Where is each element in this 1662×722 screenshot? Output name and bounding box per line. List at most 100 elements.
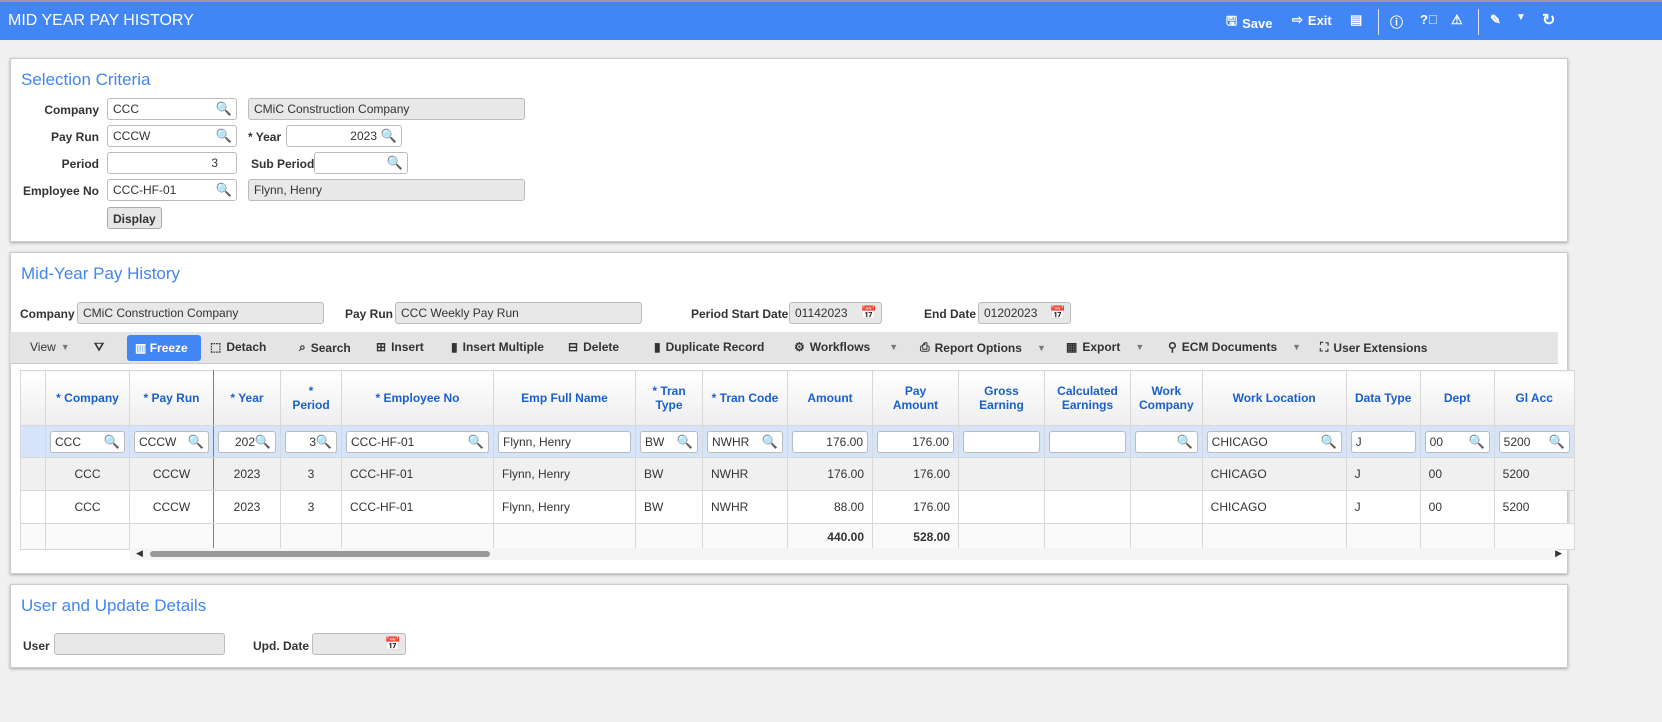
save-button[interactable]: 🖫 Save <box>1226 12 1272 34</box>
chevron-down-icon[interactable]: ▼ <box>1516 12 1526 23</box>
column-header[interactable]: * Tran Code <box>702 370 788 426</box>
search-icon[interactable]: 🔍 <box>762 434 778 450</box>
column-header[interactable]: * Pay Run <box>129 370 214 426</box>
employee-input[interactable]: CCC-HF-01 🔍 <box>107 179 237 201</box>
search-icon[interactable]: 🔍 <box>1468 434 1484 450</box>
row-selector[interactable] <box>20 457 46 491</box>
help-icon[interactable]: ?⃝ <box>1420 12 1438 27</box>
cell-input[interactable]: CCCW 🔍 <box>134 430 209 453</box>
column-header[interactable]: Emp Full Name <box>493 370 636 426</box>
cell[interactable] <box>1044 490 1131 524</box>
refresh-icon[interactable]: ↻ <box>1542 10 1555 30</box>
cell[interactable]: CCC <box>45 457 130 491</box>
cell[interactable]: 5200 <box>1493 490 1575 524</box>
column-header[interactable]: * Tran Type <box>635 370 703 426</box>
column-header[interactable]: * Period <box>280 370 342 426</box>
display-button[interactable]: Display <box>107 207 162 229</box>
cell-input[interactable]: 3 🔍 <box>285 430 337 453</box>
cell[interactable]: Flynn, Henry <box>493 490 636 524</box>
period-input[interactable]: 3 <box>107 152 237 174</box>
search-icon[interactable]: 🔍 <box>387 155 403 171</box>
search-icon[interactable]: 🔍 <box>677 434 693 450</box>
cell-input[interactable]: BW 🔍 <box>640 430 698 453</box>
cell[interactable]: BW <box>635 490 703 524</box>
search-icon[interactable]: 🔍 <box>381 128 397 144</box>
search-button[interactable]: ⌕ Search <box>299 340 351 355</box>
cell-input[interactable]: NWHR 🔍 <box>707 430 783 453</box>
cell[interactable]: CHICAGO <box>1201 457 1347 491</box>
calendar-icon[interactable]: 📅 <box>861 305 877 321</box>
column-header[interactable]: Data Type <box>1345 370 1421 426</box>
cell[interactable]: 2023 <box>213 457 281 491</box>
cell[interactable]: 3 <box>280 490 342 524</box>
cell-input[interactable]: CHICAGO 🔍 <box>1206 430 1342 453</box>
cell-input[interactable] <box>963 430 1040 453</box>
cell[interactable]: J <box>1345 490 1421 524</box>
insert-multiple-button[interactable]: ▮ Insert Multiple <box>451 340 544 354</box>
scroll-left-icon[interactable]: ◀ <box>136 548 143 559</box>
cell-input[interactable]: CCC 🔍 <box>50 430 125 453</box>
cell[interactable]: CCC <box>45 490 130 524</box>
cell[interactable] <box>1044 457 1131 491</box>
cell[interactable]: 176.00 <box>872 490 959 524</box>
search-icon[interactable]: 🔍 <box>188 434 204 450</box>
cell[interactable]: Flynn, Henry <box>493 457 636 491</box>
warning-icon[interactable]: ⚠ <box>1451 12 1463 28</box>
table-row[interactable]: CCC CCCW 2023 3 CCC-HF-01 Flynn, Henry BW NWHR 1… <box>20 457 1575 491</box>
column-header[interactable]: * Employee No <box>341 370 494 426</box>
cell[interactable]: CCC-HF-01 <box>341 490 494 524</box>
cell-input[interactable]: 5200 🔍 <box>1498 430 1570 453</box>
column-header[interactable]: * Year <box>213 370 281 426</box>
search-icon[interactable]: 🔍 <box>104 434 120 450</box>
cell-input[interactable]: 176.00 <box>792 430 868 453</box>
cell[interactable] <box>1130 457 1203 491</box>
cell-input[interactable]: 176.00 <box>877 430 954 453</box>
row-selector[interactable] <box>20 490 46 524</box>
cell[interactable]: 176.00 <box>872 457 959 491</box>
search-icon[interactable]: 🔍 <box>216 182 232 198</box>
ecm-documents-menu[interactable]: ⚲ ECM Documents ▼ <box>1168 340 1301 354</box>
view-menu[interactable]: View ▼ <box>30 340 70 354</box>
column-header[interactable]: Calculated Earnings <box>1044 370 1131 426</box>
duplicate-record-button[interactable]: ▮ Duplicate Record <box>654 340 764 354</box>
print-icon[interactable]: ▤ <box>1350 12 1362 28</box>
cell[interactable]: CCCW <box>129 457 214 491</box>
column-header[interactable]: Work Location <box>1201 370 1347 426</box>
cell[interactable]: 5200 <box>1493 457 1575 491</box>
cell[interactable]: 3 <box>280 457 342 491</box>
year-input[interactable]: 2023 🔍 <box>286 125 402 147</box>
cell[interactable]: NWHR <box>702 490 788 524</box>
table-row[interactable]: CCC CCCW 2023 3 CCC-HF-01 Flynn, Henry BW NWHR 8… <box>20 490 1575 524</box>
column-header[interactable]: Pay Amount <box>872 370 959 426</box>
scrollbar-thumb[interactable] <box>150 551 490 557</box>
insert-button[interactable]: ⊞ Insert <box>376 340 424 354</box>
column-header[interactable]: Amount <box>787 370 873 426</box>
cell[interactable]: CHICAGO <box>1201 490 1347 524</box>
sub-period-input[interactable]: 🔍 <box>314 152 408 174</box>
delete-button[interactable]: ⊟ Delete <box>568 340 619 354</box>
cell[interactable]: 176.00 <box>787 457 873 491</box>
cell-input[interactable]: 🔍 <box>1135 430 1198 453</box>
cell[interactable]: NWHR <box>702 457 788 491</box>
search-icon[interactable]: 🔍 <box>1320 434 1336 450</box>
user-extensions-button[interactable]: ⛶ User Extensions <box>1320 340 1427 355</box>
horizontal-scrollbar[interactable]: ◀ ▶ <box>130 548 1562 560</box>
scroll-right-icon[interactable]: ▶ <box>1555 548 1562 559</box>
cell[interactable]: 2023 <box>213 490 281 524</box>
edit-icon[interactable]: ✎ <box>1490 12 1501 28</box>
column-header[interactable]: Gl Acc <box>1493 370 1575 426</box>
info-icon[interactable]: ⓘ <box>1390 12 1403 31</box>
search-icon[interactable]: 🔍 <box>468 434 484 450</box>
cell-input[interactable]: 00 🔍 <box>1424 430 1490 453</box>
search-icon[interactable]: 🔍 <box>216 128 232 144</box>
detach-button[interactable]: ⬚ Detach <box>210 340 266 354</box>
cell-input[interactable]: J <box>1350 430 1416 453</box>
cell-input[interactable] <box>1049 430 1126 453</box>
cell-input[interactable]: 202 🔍 <box>218 430 276 453</box>
search-icon[interactable]: 🔍 <box>1548 434 1564 450</box>
row-selector[interactable] <box>20 425 46 458</box>
column-header[interactable]: Work Company <box>1130 370 1203 426</box>
cell[interactable]: 00 <box>1419 457 1495 491</box>
search-icon[interactable]: 🔍 <box>1176 434 1192 450</box>
cell[interactable]: 88.00 <box>787 490 873 524</box>
